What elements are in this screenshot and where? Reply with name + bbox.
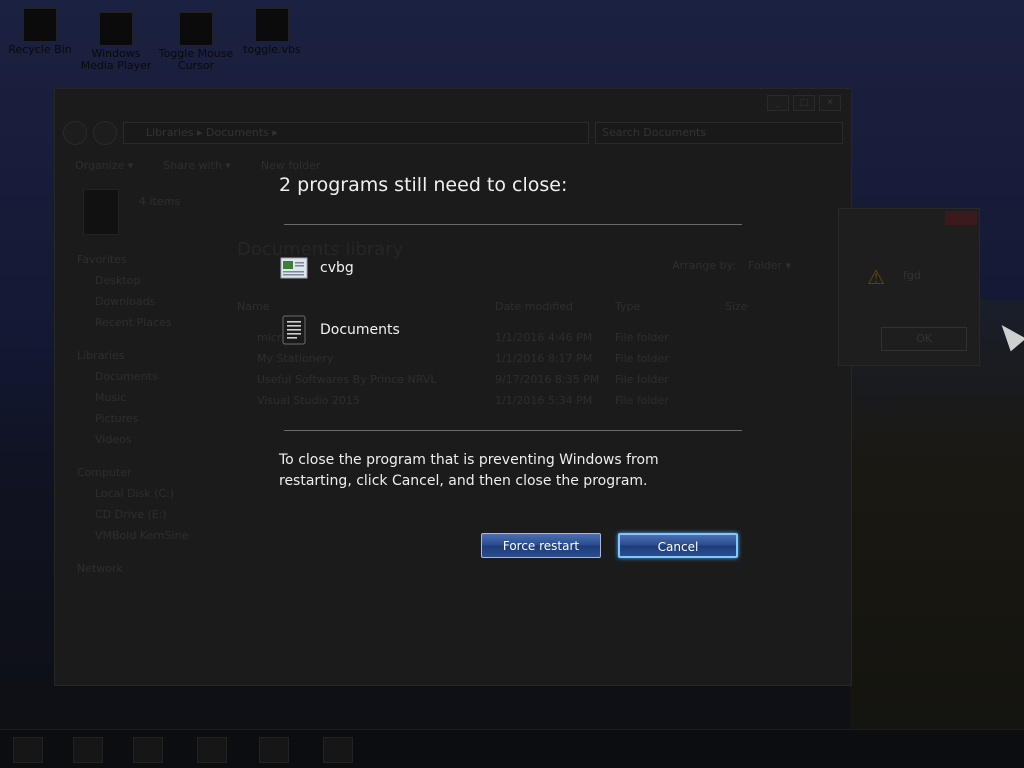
- program-name: Documents: [320, 322, 400, 338]
- program-name: cvbg: [320, 260, 354, 276]
- cancel-button[interactable]: Cancel: [618, 533, 738, 558]
- blocking-program: cvbg: [280, 254, 354, 282]
- overlay-message: To close the program that is preventing …: [279, 452, 659, 489]
- explorer-folder-icon: [280, 315, 308, 345]
- force-restart-button[interactable]: Force restart: [481, 533, 601, 558]
- divider: [284, 224, 742, 225]
- restart-overlay: 2 programs still need to close: cvbg Doc…: [0, 0, 1024, 768]
- divider: [284, 430, 742, 431]
- overlay-heading: 2 programs still need to close:: [279, 174, 568, 196]
- notepad-icon: [280, 254, 308, 282]
- blocking-program: Documents: [280, 315, 400, 345]
